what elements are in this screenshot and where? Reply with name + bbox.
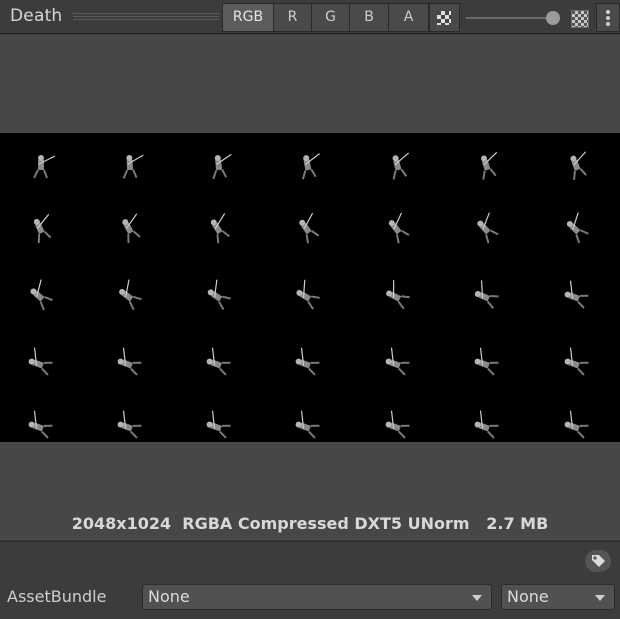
sprite-frame (474, 410, 499, 439)
sprite-frame (119, 279, 142, 311)
asset-bundle-variant-value: None (507, 587, 549, 606)
sprite-frame (206, 410, 231, 439)
checkerboard-icon[interactable] (571, 10, 589, 28)
sprite-frame (564, 347, 589, 376)
sprite-frame (385, 347, 410, 376)
asset-bundle-name-dropdown[interactable]: None (142, 584, 492, 610)
sprite-frame (33, 155, 56, 179)
sprite-frame (301, 153, 320, 180)
channel-rgb-button[interactable]: RGB (222, 3, 274, 32)
drag-grip[interactable] (73, 13, 219, 20)
sprite-sheet-texture (0, 133, 620, 442)
mip-slider-track[interactable] (466, 17, 554, 19)
preview-toolbar: Death RGB R G B A (0, 0, 620, 34)
sprite-frame (474, 280, 499, 310)
kebab-menu-icon[interactable] (596, 3, 620, 32)
sprite-frame (207, 279, 231, 310)
sprite-frame (299, 212, 320, 244)
sprite-frame (33, 213, 52, 244)
preview-title: Death (10, 6, 63, 26)
sprite-frame (570, 151, 587, 180)
checkerboard-icon (437, 11, 451, 25)
channel-a-button[interactable]: A (388, 3, 429, 32)
channel-b-button[interactable]: B (349, 3, 389, 32)
sprite-frame (385, 410, 410, 439)
sprite-frame (117, 410, 142, 439)
chevron-down-icon (595, 595, 605, 601)
sprite-frame (388, 212, 410, 244)
sprite-sheet-svg (28, 151, 589, 439)
texture-info-label: 2048x1024 RGBA Compressed DXT5 UNorm 2.7… (71, 514, 549, 533)
chevron-down-icon (472, 595, 482, 601)
asset-bundle-variant-dropdown[interactable]: None (501, 584, 615, 610)
asset-bundle-label: AssetBundle (7, 587, 107, 606)
sprite-frame (206, 347, 231, 376)
sprite-frame (117, 347, 142, 376)
tag-icon[interactable] (585, 550, 611, 572)
channel-g-button[interactable]: G (311, 3, 350, 32)
sprite-frame (122, 213, 141, 244)
sprite-frame (30, 279, 53, 311)
mip-slider-thumb[interactable] (546, 11, 560, 25)
sprite-frame (564, 280, 589, 309)
sprite-frame (295, 347, 320, 376)
sprite-frame (474, 347, 499, 376)
sprite-frame (212, 153, 232, 180)
sprite-frame (566, 212, 589, 244)
sprite-frame (392, 152, 410, 180)
sprite-frame (28, 410, 53, 439)
sprite-frame (480, 151, 498, 180)
sprite-frame (296, 279, 320, 310)
sprite-frame (564, 410, 589, 439)
sprite-frame (477, 212, 499, 244)
sprite-frame (122, 154, 144, 179)
sprite-frame (295, 410, 320, 439)
asset-bundle-name-value: None (148, 587, 190, 606)
alpha-blend-toggle[interactable] (429, 3, 460, 32)
sprite-frame (28, 347, 53, 376)
sprite-frame (210, 213, 230, 244)
sprite-frame (386, 280, 410, 310)
channel-r-button[interactable]: R (273, 3, 312, 32)
